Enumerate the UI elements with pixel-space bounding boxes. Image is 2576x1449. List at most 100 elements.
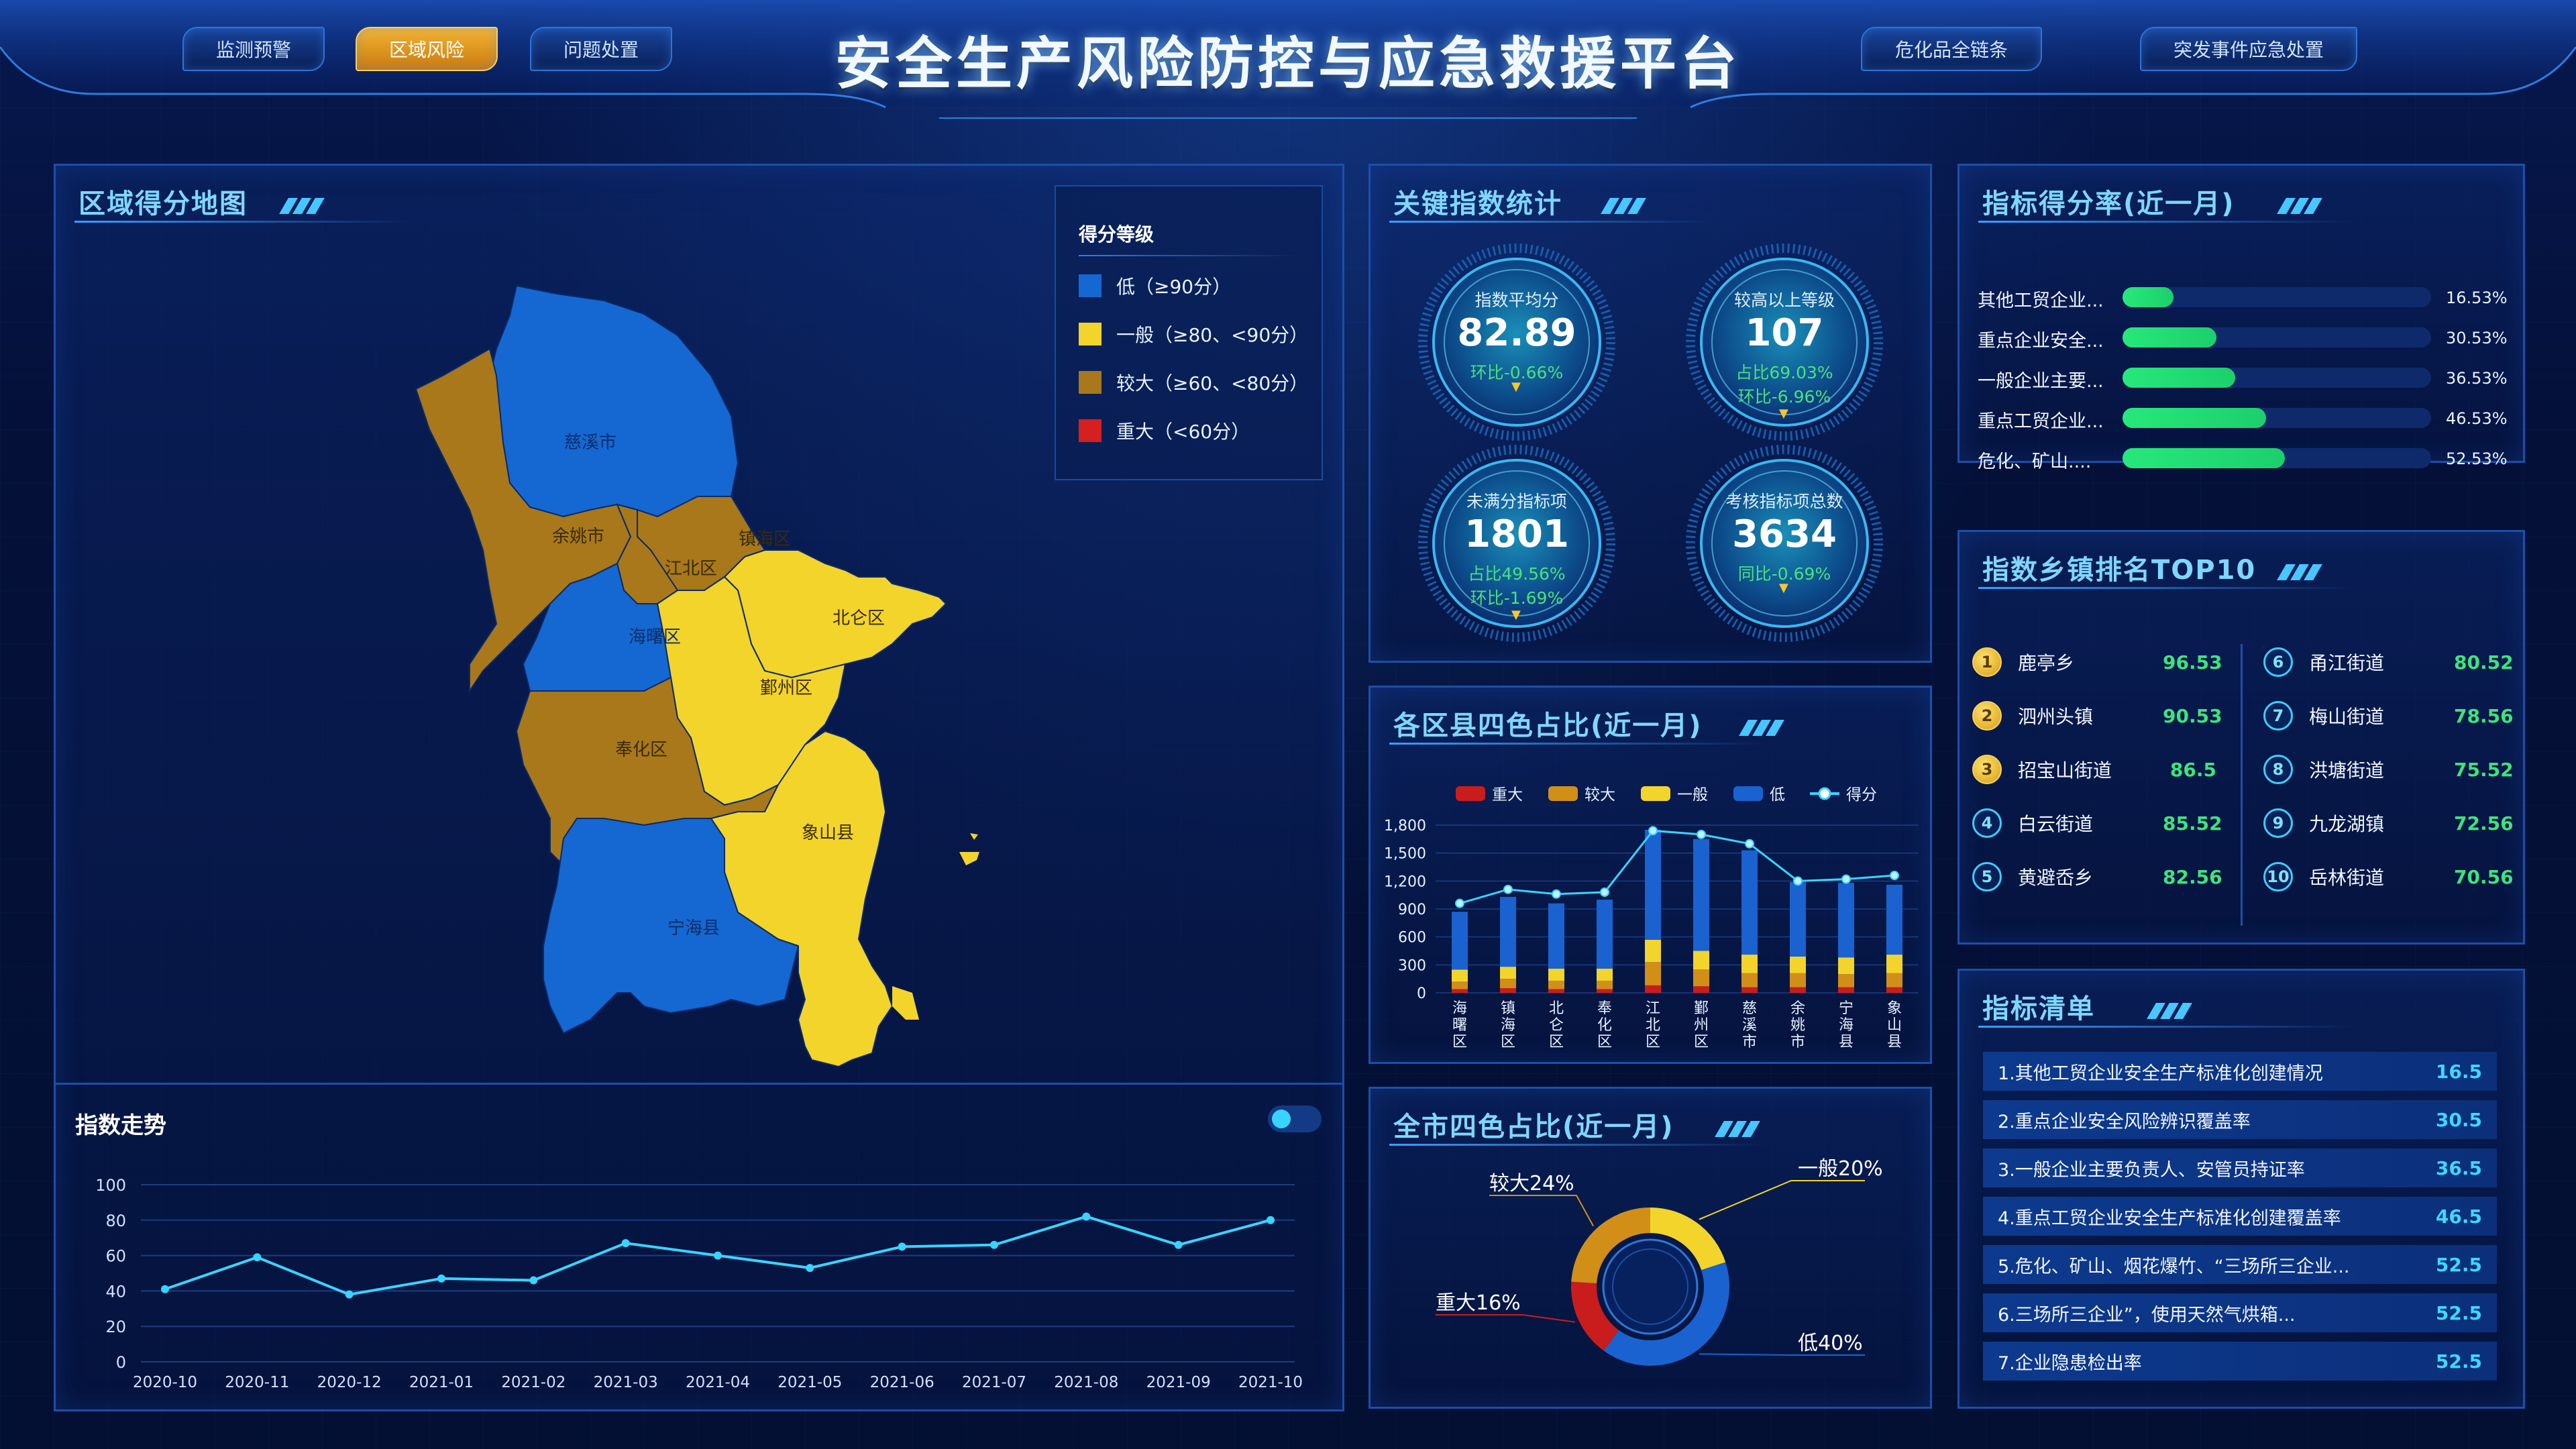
trend-point[interactable] (437, 1274, 445, 1283)
district-bar-segment[interactable] (1838, 957, 1854, 975)
ranking-item[interactable]: 5 黄避岙乡 82.56 (1972, 860, 2222, 894)
score-rate-row[interactable]: 其他工贸企业... 16.53% (1978, 283, 2514, 311)
score-rate-row[interactable]: 一般企业主要... 36.53% (1978, 364, 2514, 392)
ranking-item[interactable]: 10 岳林街道 70.56 (2263, 860, 2514, 894)
district-bar-segment[interactable] (1741, 987, 1758, 993)
district-score-point[interactable] (1890, 871, 1899, 880)
map-region-cixi[interactable] (488, 284, 739, 518)
district-bar-segment[interactable] (1741, 973, 1758, 987)
district-bar-segment[interactable] (1790, 956, 1806, 973)
trend-point[interactable] (161, 1285, 169, 1293)
index-list-item[interactable]: 5.危化、矿山、烟花爆竹、“三场所三企业... 52.5 (1983, 1245, 2497, 1284)
district-bar-segment[interactable] (1452, 969, 1468, 982)
district-bar-segment[interactable] (1790, 881, 1806, 957)
legend-item-general[interactable]: 一般（≥80、<90分） (1079, 321, 1308, 347)
nav-hazardous-chain[interactable]: 危化品全链条 (1861, 27, 2042, 71)
district-legend-swatch[interactable] (1641, 786, 1670, 801)
district-score-point[interactable] (1455, 898, 1464, 908)
ranking-item[interactable]: 2 泗州头镇 90.53 (1972, 699, 2222, 733)
district-bar-segment[interactable] (1452, 989, 1468, 993)
district-bar-segment[interactable] (1597, 980, 1613, 989)
district-bar-segment[interactable] (1886, 987, 1902, 993)
district-bar-segment[interactable] (1597, 968, 1613, 981)
district-bar-segment[interactable] (1741, 850, 1758, 955)
district-bar-segment[interactable] (1645, 985, 1661, 993)
district-bar-segment[interactable] (1693, 969, 1709, 987)
district-bar-segment[interactable] (1645, 829, 1661, 940)
ranking-item[interactable]: 8 洪塘街道 75.52 (2263, 753, 2514, 786)
trend-point[interactable] (621, 1239, 630, 1248)
district-bar-segment[interactable] (1886, 955, 1902, 973)
index-list-item[interactable]: 2.重点企业安全风险辨识覆盖率 30.5 (1983, 1100, 2497, 1139)
district-score-point[interactable] (1745, 839, 1754, 849)
district-bar-segment[interactable] (1886, 973, 1902, 987)
district-bar-segment[interactable] (1500, 988, 1516, 993)
index-list-item[interactable]: 7.企业隐患检出率 52.5 (1983, 1342, 2497, 1381)
district-bar-segment[interactable] (1548, 980, 1564, 989)
district-bar-segment[interactable] (1548, 989, 1564, 993)
district-bar-segment[interactable] (1452, 912, 1468, 970)
district-legend-swatch[interactable] (1733, 786, 1763, 801)
score-rate-row[interactable]: 危化、矿山.... 52.53% (1978, 444, 2514, 472)
ranking-item[interactable]: 4 白云街道 85.52 (1972, 806, 2222, 840)
nav-emergency-response[interactable]: 突发事件应急处置 (2140, 27, 2357, 71)
score-rate-row[interactable]: 重点企业安全... 30.53% (1978, 323, 2514, 352)
district-score-point[interactable] (1697, 829, 1706, 839)
trend-point[interactable] (714, 1251, 722, 1260)
legend-item-major[interactable]: 重大（<60分） (1079, 417, 1250, 444)
index-list-item[interactable]: 6.三场所三企业”，使用天然气烘箱... 52.5 (1983, 1293, 2497, 1332)
nav-monitor-warning[interactable]: 监测预警 (182, 27, 325, 71)
district-bar-segment[interactable] (1693, 951, 1709, 970)
district-bar-segment[interactable] (1838, 883, 1854, 958)
district-bar-segment[interactable] (1790, 987, 1806, 993)
trend-point[interactable] (1267, 1216, 1275, 1224)
district-bar-segment[interactable] (1693, 839, 1709, 951)
district-bar-segment[interactable] (1500, 979, 1516, 989)
district-bar-segment[interactable] (1838, 974, 1854, 987)
district-bar-segment[interactable] (1548, 968, 1564, 981)
trend-point[interactable] (1082, 1212, 1091, 1221)
trend-point[interactable] (345, 1290, 354, 1299)
district-bar-segment[interactable] (1597, 900, 1613, 969)
district-bar-segment[interactable] (1693, 986, 1709, 993)
ranking-item[interactable]: 1 鹿亭乡 96.53 (1972, 645, 2222, 679)
district-score-point[interactable] (1793, 876, 1803, 886)
index-list-item[interactable]: 3.一般企业主要负责人、安管员持证率 36.5 (1983, 1148, 2497, 1187)
nav-issue-handling[interactable]: 问题处置 (530, 27, 672, 71)
legend-item-large[interactable]: 较大（≥60、<80分） (1079, 369, 1308, 396)
district-bar-segment[interactable] (1452, 981, 1468, 989)
district-legend-swatch[interactable] (1456, 786, 1485, 801)
district-bar-segment[interactable] (1741, 955, 1758, 973)
district-bar-segment[interactable] (1597, 989, 1613, 993)
district-bar-segment[interactable] (1500, 967, 1516, 979)
district-score-point[interactable] (1841, 874, 1851, 884)
ranking-item[interactable]: 9 九龙湖镇 72.56 (2263, 806, 2514, 840)
district-legend-swatch[interactable] (1548, 786, 1578, 801)
district-bar-segment[interactable] (1838, 987, 1854, 993)
legend-item-low[interactable]: 低（≥90分） (1079, 272, 1231, 299)
district-score-point[interactable] (1600, 888, 1609, 897)
district-bar-segment[interactable] (1645, 962, 1661, 985)
district-bar-segment[interactable] (1645, 939, 1661, 963)
index-list-item[interactable]: 1.其他工贸企业安全生产标准化创建情况 16.5 (1983, 1052, 2497, 1091)
district-score-point[interactable] (1648, 826, 1658, 836)
district-score-point[interactable] (1552, 889, 1561, 899)
ranking-item[interactable]: 7 梅山街道 78.56 (2263, 699, 2514, 733)
district-score-point[interactable] (1503, 884, 1513, 894)
district-bar-segment[interactable] (1548, 903, 1564, 969)
ranking-item[interactable]: 6 甬江街道 80.52 (2263, 645, 2514, 679)
trend-point[interactable] (253, 1253, 262, 1262)
trend-point[interactable] (1174, 1240, 1183, 1249)
trend-point[interactable] (898, 1242, 906, 1251)
district-bar-segment[interactable] (1790, 973, 1806, 987)
nav-regional-risk[interactable]: 区域风险 (356, 27, 498, 71)
trend-toggle[interactable] (1268, 1106, 1322, 1132)
district-bar-segment[interactable] (1886, 884, 1902, 955)
trend-point[interactable] (529, 1276, 538, 1285)
district-bar-segment[interactable] (1500, 896, 1516, 967)
score-rate-row[interactable]: 重点工贸企业... 46.53% (1978, 404, 2514, 432)
trend-point[interactable] (990, 1240, 998, 1249)
index-list-item[interactable]: 4.重点工贸企业安全生产标准化创建覆盖率 46.5 (1983, 1197, 2497, 1236)
ranking-item[interactable]: 3 招宝山街道 86.5 (1972, 753, 2216, 786)
trend-point[interactable] (806, 1264, 814, 1273)
